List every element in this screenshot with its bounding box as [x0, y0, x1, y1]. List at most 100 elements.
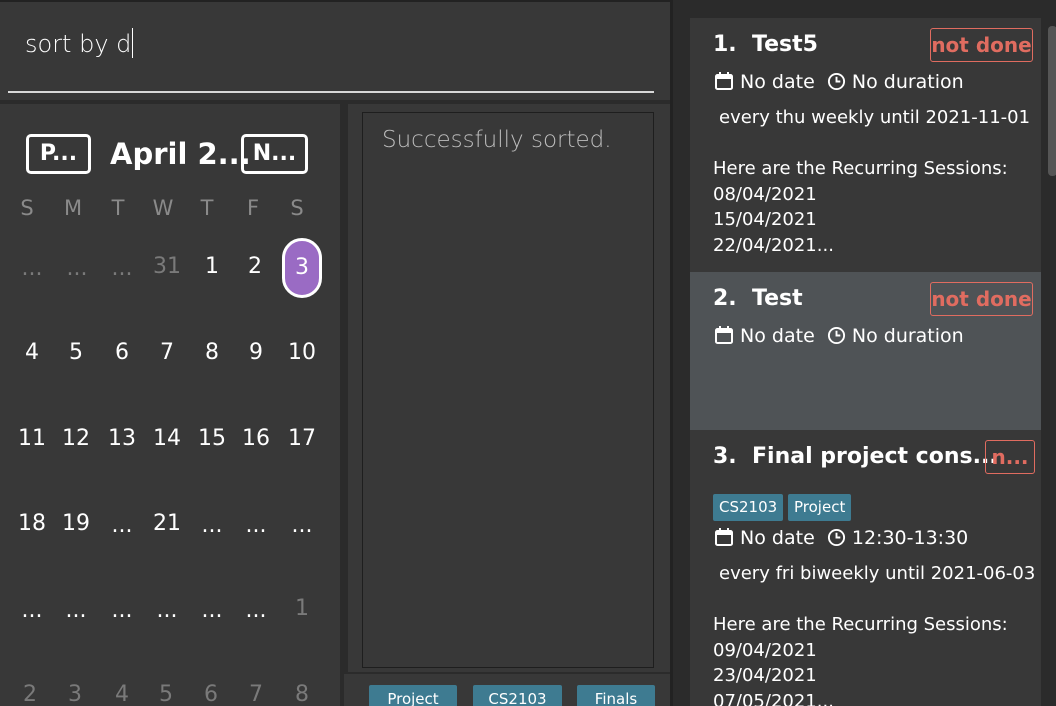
task-meta-row: No date 12:30-13:30: [714, 527, 968, 549]
calendar-day[interactable]: ...: [100, 598, 144, 623]
task-title: 3. Final project cons...: [713, 444, 998, 469]
calendar-day-today[interactable]: 3: [282, 238, 322, 298]
calendar-day[interactable]: 10: [280, 340, 324, 365]
calendar-day[interactable]: 11: [10, 426, 54, 451]
calendar-day[interactable]: 7: [145, 340, 189, 365]
task-name: Test: [752, 286, 803, 311]
weekday-header: F: [246, 196, 260, 220]
task-index: 2.: [713, 286, 737, 311]
calendar-icon: [715, 528, 733, 546]
result-panel: Successfully sorted.: [348, 100, 670, 672]
calendar-day[interactable]: ...: [54, 598, 98, 623]
status-badge: not done: [930, 282, 1033, 316]
calendar-day[interactable]: 2: [233, 254, 277, 279]
recurring-sessions: Here are the Recurring Sessions: 08/04/2…: [713, 156, 1008, 258]
calendar-day[interactable]: 5: [144, 682, 188, 706]
calendar-day[interactable]: 12: [54, 426, 98, 451]
calendar-icon: [715, 326, 733, 344]
tag-filter-finals[interactable]: Finals: [577, 685, 655, 706]
next-month-button[interactable]: N...: [241, 134, 308, 174]
weekday-header: M: [63, 196, 83, 220]
task-card[interactable]: 1. Test5 not done No date No duration ev…: [690, 18, 1041, 272]
calendar-day[interactable]: ...: [145, 598, 189, 623]
calendar-day[interactable]: 2: [8, 682, 52, 706]
weekday-header: T: [111, 196, 125, 220]
calendar-day[interactable]: ...: [280, 513, 324, 538]
sessions-header: Here are the Recurring Sessions:: [713, 158, 1008, 179]
calendar-day[interactable]: 8: [280, 682, 324, 706]
calendar-day[interactable]: 14: [145, 426, 189, 451]
calendar-day[interactable]: 5: [54, 340, 98, 365]
task-tag: Project: [788, 494, 852, 521]
calendar-day[interactable]: ...: [234, 598, 278, 623]
task-name: Test5: [752, 32, 818, 57]
task-meta-row: No date No duration: [714, 325, 964, 347]
task-duration: 12:30-13:30: [851, 527, 969, 549]
task-list-scrollbar[interactable]: [1046, 18, 1056, 706]
command-input-text: sort by d: [25, 30, 132, 58]
calendar-day[interactable]: 7: [234, 682, 278, 706]
month-label: April 2...: [110, 137, 251, 171]
calendar-day[interactable]: 6: [189, 682, 233, 706]
status-badge: n...: [985, 440, 1035, 474]
calendar-day[interactable]: 18: [10, 511, 54, 536]
tag-filter-cs2103[interactable]: CS2103: [473, 685, 562, 706]
tag-filter-project[interactable]: Project: [369, 685, 457, 706]
calendar-day[interactable]: 13: [100, 426, 144, 451]
task-date: No date: [740, 325, 815, 347]
session-date: 08/04/2021: [713, 183, 817, 205]
weekday-header: S: [20, 196, 34, 220]
calendar-day[interactable]: ...: [100, 513, 144, 538]
calendar-day[interactable]: 8: [190, 340, 234, 365]
session-date: 07/05/2021...: [713, 690, 834, 706]
task-card[interactable]: 3. Final project cons... n... CS2103 Pro…: [690, 430, 1041, 706]
result-display[interactable]: Successfully sorted.: [362, 112, 654, 668]
weekday-header: S: [290, 196, 304, 220]
calendar-day[interactable]: ...: [10, 256, 54, 281]
calendar-day[interactable]: ...: [234, 513, 278, 538]
calendar-day[interactable]: 1: [190, 254, 234, 279]
weekday-header: W: [152, 196, 174, 220]
session-date: 15/04/2021: [713, 209, 817, 230]
task-recurrence: every fri biweekly until 2021-06-03: [719, 563, 1036, 584]
prev-month-button[interactable]: P...: [26, 134, 91, 174]
calendar-day[interactable]: 17: [280, 426, 324, 451]
calendar-day[interactable]: ...: [190, 513, 234, 538]
clock-icon: [827, 326, 845, 345]
calendar-day[interactable]: 21: [145, 511, 189, 536]
calendar-day[interactable]: 3: [53, 682, 97, 706]
session-date: 23/04/2021: [713, 665, 817, 686]
task-card-selected[interactable]: 2. Test not done No date No duration: [690, 272, 1041, 430]
task-duration: No duration: [851, 325, 964, 347]
task-meta-row: No date No duration: [714, 71, 964, 93]
calendar-day[interactable]: ...: [10, 598, 54, 623]
task-date: No date: [740, 71, 815, 93]
task-title: 1. Test5: [713, 32, 818, 57]
task-index: 1.: [713, 32, 737, 57]
calendar-day[interactable]: ...: [100, 256, 144, 281]
session-date: 09/04/2021: [713, 639, 817, 661]
calendar-day[interactable]: 15: [190, 426, 234, 451]
calendar-day[interactable]: ...: [190, 598, 234, 623]
task-name: Final project cons...: [752, 444, 998, 469]
calendar-day[interactable]: 16: [234, 426, 278, 451]
scrollbar-thumb[interactable]: [1048, 26, 1056, 176]
clock-icon: [827, 72, 845, 91]
calendar-day[interactable]: 6: [100, 340, 144, 365]
calendar-day[interactable]: 1: [280, 596, 324, 621]
calendar-day[interactable]: 9: [234, 340, 278, 365]
task-date: No date: [740, 527, 815, 549]
command-input-underline: [8, 91, 654, 93]
command-box[interactable]: sort by d: [0, 0, 670, 100]
clock-icon: [827, 528, 845, 547]
calendar-day[interactable]: ...: [55, 256, 99, 281]
task-title: 2. Test: [713, 286, 803, 311]
command-input[interactable]: sort by d: [25, 28, 134, 58]
calendar-day[interactable]: 4: [10, 340, 54, 365]
task-duration: No duration: [851, 71, 964, 93]
calendar-day[interactable]: 4: [100, 682, 144, 706]
calendar-panel: P... April 2... N... S M T W T F S ... .…: [0, 100, 344, 706]
calendar-day[interactable]: 31: [145, 254, 189, 279]
session-date: 22/04/2021...: [713, 234, 834, 256]
calendar-day[interactable]: 19: [54, 511, 98, 536]
